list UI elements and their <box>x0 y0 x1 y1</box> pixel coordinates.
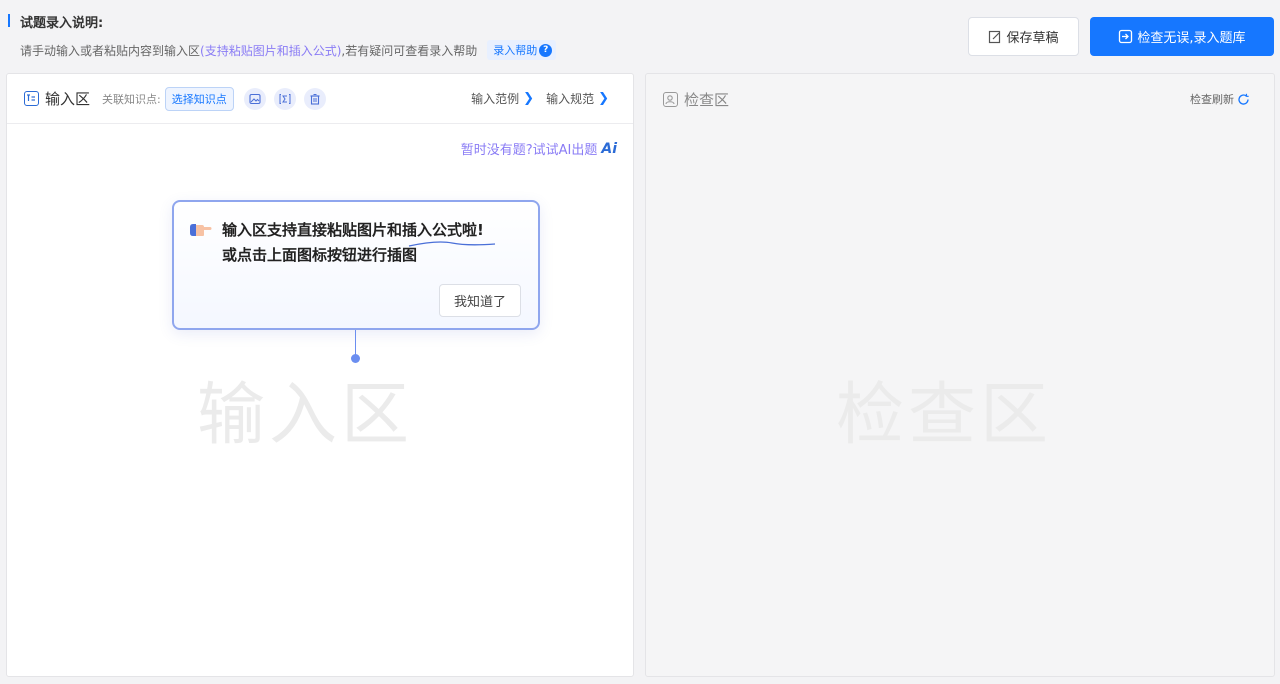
trash-icon[interactable] <box>303 87 326 110</box>
chevron-right-icon: ❯ <box>598 91 609 106</box>
tip-connector-dot <box>351 354 360 363</box>
save-draft-button[interactable]: 保存草稿 <box>968 17 1079 56</box>
ai-tip-label: 暂时没有题?试试AI出题 <box>460 143 598 158</box>
check-refresh-button[interactable]: 检查刷新 <box>1190 91 1250 107</box>
feature-tip-popover: 输入区支持直接粘贴图片和插入公式啦! 或点击上面图标按钮进行插图 我知道了 <box>172 200 540 330</box>
import-icon <box>1119 29 1133 44</box>
question-icon: ? <box>539 43 553 57</box>
desc-highlight: (支持粘贴图片和插入公式) <box>200 43 342 58</box>
input-watermark: 输入区 <box>197 376 414 455</box>
select-knowledge-button[interactable]: 选择知识点 <box>164 86 234 111</box>
check-panel-header: 检查区 检查刷新 <box>646 74 1274 124</box>
rules-link-label: 输入规范 <box>546 92 595 106</box>
help-link-label: 录入帮助 <box>493 44 538 57</box>
text-box-icon <box>24 91 39 106</box>
check-panel: 检查区 检查刷新 检查区 <box>645 73 1275 677</box>
refresh-icon <box>1238 93 1249 105</box>
submit-label: 检查无误,录入题库 <box>1137 31 1246 46</box>
instruction-title: 试题录入说明: <box>20 16 104 31</box>
edit-note-icon <box>989 30 1001 43</box>
help-link[interactable]: 录入帮助 ? <box>487 40 557 60</box>
knowledge-label: 关联知识点: <box>102 92 161 106</box>
formula-icon[interactable] <box>273 87 296 110</box>
ai-logo-icon: Ai <box>601 140 617 157</box>
input-panel-title: 输入区 <box>45 90 91 108</box>
title-accent-bar <box>8 14 10 27</box>
save-draft-label: 保存草稿 <box>1006 31 1059 46</box>
submit-to-bank-button[interactable]: 检查无误,录入题库 <box>1090 17 1274 56</box>
input-panel: 输入区 关联知识点: 选择知识点 输入范例 ❯ 输入规范 ❯ 暂时没有题?试试A… <box>6 73 634 677</box>
pointing-hand-icon <box>188 220 212 245</box>
underline-squiggle <box>408 241 496 247</box>
desc-prefix: 请手动输入或者粘贴内容到输入区 <box>20 43 201 58</box>
refresh-label: 检查刷新 <box>1190 93 1234 106</box>
check-panel-title: 检查区 <box>684 90 730 109</box>
example-link[interactable]: 输入范例 ❯ <box>471 90 534 107</box>
image-icon[interactable] <box>243 87 266 110</box>
rules-link[interactable]: 输入规范 ❯ <box>546 90 609 107</box>
got-it-button[interactable]: 我知道了 <box>439 284 521 317</box>
chevron-right-icon: ❯ <box>523 91 535 106</box>
instruction-header: 试题录入说明: 请手动输入或者粘贴内容到输入区 (支持粘贴图片和插入公式) ,若… <box>0 0 1280 72</box>
desc-suffix: ,若有疑问可查看录入帮助 <box>341 43 478 58</box>
example-link-label: 输入范例 <box>471 92 520 106</box>
check-watermark: 检查区 <box>836 376 1053 455</box>
input-panel-header: 输入区 关联知识点: 选择知识点 输入范例 ❯ 输入规范 ❯ <box>7 74 633 124</box>
tip-connector-line <box>355 330 356 356</box>
check-box-icon <box>663 91 678 107</box>
instruction-description: 请手动输入或者粘贴内容到输入区 (支持粘贴图片和插入公式) ,若有疑问可查看录入… <box>20 40 557 60</box>
ai-generate-link[interactable]: 暂时没有题?试试AI出题 Ai <box>460 139 617 159</box>
